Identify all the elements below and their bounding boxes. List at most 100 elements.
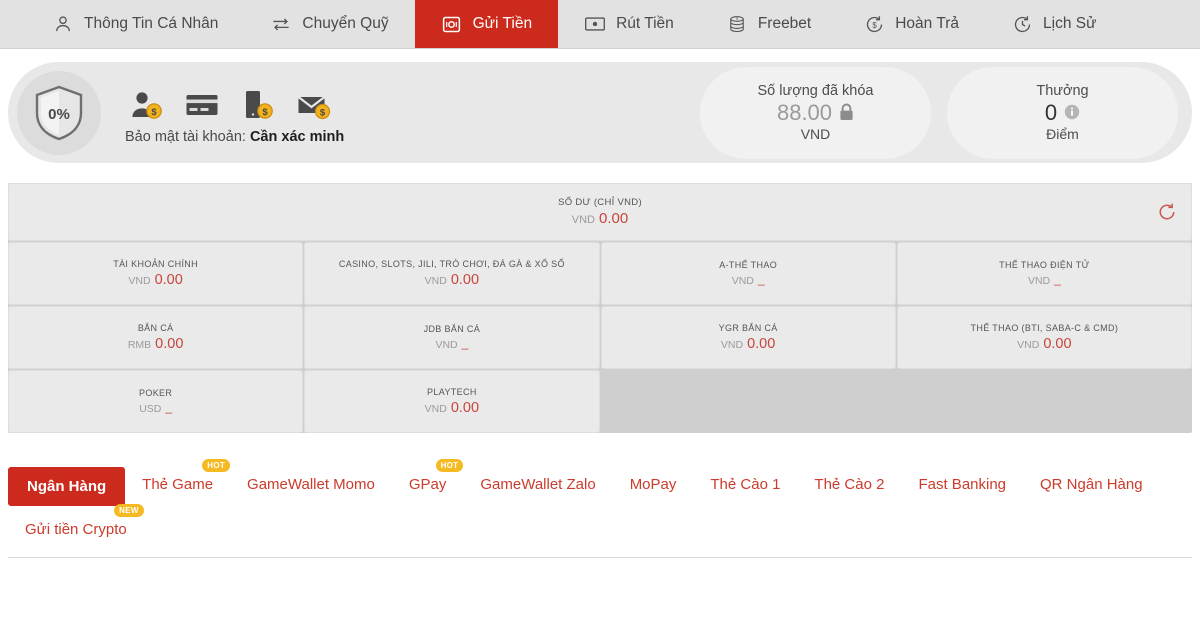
- verification-icons: $ $ $: [125, 81, 344, 121]
- rebate-icon: $: [863, 13, 885, 35]
- nav-item-history[interactable]: Lịch Sử: [985, 0, 1122, 48]
- svg-text:$: $: [320, 107, 326, 118]
- wallet-name: THỂ THAO (BTI, SABA-C & CMD): [970, 323, 1119, 333]
- wallet-name: JDB BẮN CÁ: [423, 324, 481, 334]
- wallet-cell-fishing[interactable]: BẮN CÁ RMB 0.00: [8, 306, 304, 369]
- wallet-cell-main-account[interactable]: TÀI KHOẢN CHÍNH VND 0.00: [8, 242, 304, 305]
- bonus-points-card: Thưởng 0 Điểm: [947, 66, 1178, 159]
- phone-verify-icon[interactable]: $: [241, 89, 275, 121]
- wallet-amount: VND 0.00: [425, 400, 479, 416]
- wallet-cell-a-sports[interactable]: A-THỂ THAO VND _: [600, 242, 896, 305]
- locked-amount-title: Số lượng đã khóa: [757, 82, 874, 99]
- wallet-cell-sports-bti[interactable]: THỂ THAO (BTI, SABA-C & CMD) VND 0.00: [896, 306, 1192, 369]
- wallet-currency: USD: [139, 403, 162, 415]
- security-status-value: Cần xác minh: [249, 128, 345, 145]
- wallet-value: _: [1054, 272, 1061, 286]
- payment-tab-gamewallet-zalo[interactable]: GameWallet Zalo: [463, 467, 612, 502]
- wallet-amount: RMB 0.00: [128, 336, 184, 352]
- nav-item-freebet[interactable]: $ Freebet: [700, 0, 837, 48]
- nav-label-history: Lịch Sử: [1043, 15, 1097, 32]
- wallet-name: PLAYTECH: [427, 387, 477, 397]
- wallet-amount: VND _: [1027, 272, 1061, 287]
- wallet-currency: VND: [435, 339, 458, 351]
- payment-tab-label: Thẻ Game: [142, 476, 214, 493]
- nav-item-profile[interactable]: Thông Tin Cá Nhân: [26, 0, 244, 48]
- nav-label-profile: Thông Tin Cá Nhân: [84, 15, 219, 32]
- history-icon: [1011, 13, 1033, 35]
- nav-label-deposit: Gửi Tiền: [472, 15, 533, 32]
- payment-tab-gpay[interactable]: HOT GPay: [392, 459, 464, 502]
- email-verify-icon[interactable]: $: [297, 89, 331, 121]
- nav-item-withdraw[interactable]: Rút Tiền: [558, 0, 700, 48]
- wallet-currency: RMB: [127, 339, 152, 351]
- nav-item-deposit[interactable]: Gửi Tiền: [414, 0, 559, 48]
- wallet-value: 0.00: [450, 400, 480, 416]
- wallet-cell-ygr-fishing[interactable]: YGR BẮN CÁ VND 0.00: [600, 306, 896, 369]
- svg-text:$: $: [872, 21, 877, 30]
- nav-right-spacer: [1122, 0, 1200, 48]
- nav-label-freebet: Freebet: [757, 15, 812, 32]
- nav-label-transfer: Chuyển Quỹ: [302, 15, 389, 32]
- wallet-cell-casino-slots[interactable]: CASINO, SLOTS, JILI, TRÒ CHƠI, ĐÁ GÀ & X…: [304, 242, 600, 305]
- account-header-wrapper: 0% $ $ $ Bảo mật tài khoản: Cần xác minh…: [0, 49, 1200, 163]
- wallet-currency: VND: [720, 339, 744, 351]
- payment-tab-label: QR Ngân Hàng: [1040, 476, 1143, 493]
- locked-amount-value-row: 88.00: [777, 100, 854, 125]
- wallet-name: CASINO, SLOTS, JILI, TRÒ CHƠI, ĐÁ GÀ & X…: [338, 259, 565, 269]
- payment-tab-scratch-card-1[interactable]: Thẻ Cào 1: [693, 467, 797, 502]
- payment-tab-label: GameWallet Momo: [247, 476, 375, 493]
- payment-tab-fast-banking[interactable]: Fast Banking: [901, 467, 1023, 502]
- wallet-currency: VND: [1027, 275, 1051, 287]
- payment-tab-mopay[interactable]: MoPay: [613, 467, 694, 502]
- nav-item-transfer[interactable]: Chuyển Quỹ: [244, 0, 414, 48]
- payment-tab-qr-bank[interactable]: QR Ngân Hàng: [1023, 467, 1160, 502]
- wallet-amount: USD _: [139, 400, 173, 415]
- withdraw-icon: [584, 13, 606, 35]
- bank-card-verify-icon[interactable]: [185, 89, 219, 121]
- payment-tab-crypto-deposit[interactable]: NEW Gửi tiền Crypto: [8, 504, 144, 547]
- transfer-icon: [270, 13, 292, 35]
- wallet-name: A-THỂ THAO: [719, 260, 778, 270]
- wallet-value: 0.00: [747, 336, 776, 352]
- payment-tab-bank[interactable]: Ngân Hàng: [8, 467, 126, 506]
- hot-badge: HOT: [202, 459, 231, 472]
- payment-tab-label: GameWallet Zalo: [480, 476, 596, 493]
- payment-tab-label: Thẻ Cào 2: [814, 476, 885, 493]
- wallet-value: _: [165, 400, 173, 414]
- payment-methods-section: Ngân Hàng HOT Thẻ Game GameWallet Momo H…: [8, 457, 1192, 558]
- payment-tab-label: Ngân Hàng: [27, 478, 107, 495]
- svg-text:$: $: [736, 17, 738, 21]
- wallet-name: TÀI KHOẢN CHÍNH: [113, 259, 198, 269]
- personal-verify-icon[interactable]: $: [129, 89, 163, 121]
- refresh-icon[interactable]: [1157, 202, 1177, 222]
- payment-tab-scratch-card-2[interactable]: Thẻ Cào 2: [797, 467, 901, 502]
- wallet-cell-jdb-fishing[interactable]: JDB BẮN CÁ VND _: [304, 306, 600, 369]
- hot-badge: HOT: [435, 459, 464, 472]
- main-navigation: Thông Tin Cá Nhân Chuyển Quỹ Gửi Tiền Rú…: [0, 0, 1200, 49]
- svg-text:$: $: [151, 107, 157, 118]
- wallet-amount: VND _: [731, 272, 765, 287]
- balance-board: SỐ DƯ (CHỈ VND) VND 0.00 TÀI KHOẢN CHÍNH…: [8, 183, 1192, 433]
- wallet-currency: VND: [128, 275, 151, 287]
- wallet-cell-poker[interactable]: POKER USD _: [8, 370, 304, 433]
- wallet-amount: VND 0.00: [425, 272, 479, 288]
- payment-tab-label: Gửi tiền Crypto: [25, 521, 127, 538]
- payment-tab-label: Fast Banking: [918, 476, 1007, 493]
- wallet-value: 0.00: [1043, 336, 1072, 352]
- wallet-currency: VND: [424, 403, 447, 415]
- payment-tab-game-card[interactable]: HOT Thẻ Game: [125, 459, 231, 502]
- wallet-grid: TÀI KHOẢN CHÍNH VND 0.00 CASINO, SLOTS, …: [8, 242, 1192, 433]
- payment-tab-gamewallet-momo[interactable]: GameWallet Momo: [230, 467, 392, 502]
- security-percent-text: 0%: [48, 106, 70, 123]
- nav-item-rebate[interactable]: $ Hoàn Trả: [837, 0, 985, 48]
- wallet-currency: VND: [731, 275, 754, 287]
- wallet-cell-placeholder-1: [601, 370, 896, 433]
- bonus-points-unit: Điểm: [1046, 126, 1079, 143]
- account-summary-pills: Số lượng đã khóa 88.00 VND Thưởng 0 Điểm: [700, 66, 1192, 159]
- wallet-cell-playtech[interactable]: PLAYTECH VND 0.00: [304, 370, 600, 433]
- new-badge: NEW: [114, 504, 144, 517]
- wallet-cell-placeholder-2: [897, 370, 1192, 433]
- coins-icon: $: [726, 13, 748, 35]
- wallet-amount: VND 0.00: [1017, 336, 1071, 352]
- wallet-cell-esports[interactable]: THỂ THAO ĐIỆN TỬ VND _: [896, 242, 1192, 305]
